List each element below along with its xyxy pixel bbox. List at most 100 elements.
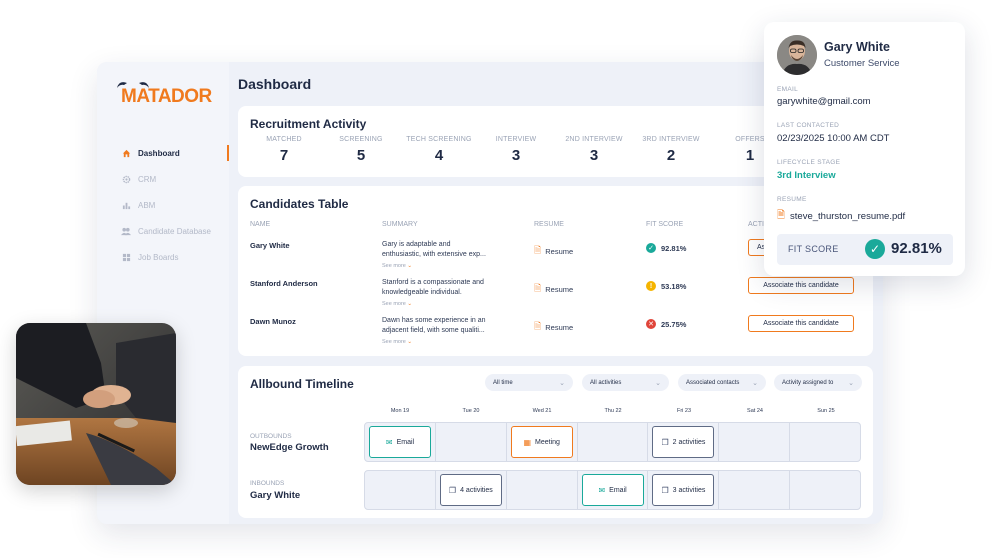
timeline-slot[interactable] [719,423,791,461]
timeline-event-email[interactable]: ✉ Email [581,474,644,506]
chevron-down-icon: ⌄ [407,339,412,345]
event-label: 2 activities [672,438,706,446]
fit-score-value: 53.18% [661,281,687,291]
chevron-down-icon: ⌄ [407,301,412,307]
timeline-event-activities[interactable]: ❐ 3 activities [652,474,715,506]
lifecycle-stage-value: 3rd Interview [777,170,836,181]
fit-score-value: 92.81% [661,243,687,253]
event-label: 4 activities [460,486,493,494]
sidebar-item-abm[interactable]: ABM [121,192,229,218]
stat-label: 2ND INTERVIEW [565,136,623,143]
document-icon: 🗎 [534,245,542,255]
stat-tech-screening[interactable]: TECH SCREENING 4 [399,136,479,164]
timeline-slot[interactable]: ❐ 4 activities [436,471,507,509]
filter-time-dropdown[interactable]: All time ⌄ [485,374,573,391]
check-circle-icon: ✓ [865,239,885,259]
timeline-slot[interactable] [436,423,507,461]
stat-interview[interactable]: INTERVIEW 3 [476,136,556,164]
see-more-label: See more [382,301,406,307]
stat-2nd-interview[interactable]: 2ND INTERVIEW 3 [554,136,634,164]
sidebar-item-label: ABM [138,200,156,210]
filter-label: All time [493,379,513,386]
event-label: Email [396,438,415,446]
gear-icon [121,174,131,184]
resume-link[interactable]: 🗎 Resume [534,319,573,335]
lifecycle-stage-label: LIFECYCLE STAGE [777,159,841,166]
filter-contacts-dropdown[interactable]: Associated contacts ⌄ [678,374,766,391]
resume-file-link[interactable]: 🗎 steve_thurston_resume.pdf [777,208,905,225]
timeline-slot[interactable] [365,471,436,509]
stat-label: 3RD INTERVIEW [642,136,700,143]
last-contacted-label: LAST CONTACTED [777,122,840,129]
resume-label: Resume [545,246,574,256]
stat-value: 4 [434,147,444,164]
resume-link[interactable]: 🗎 Resume [534,243,573,259]
timeline-event-email[interactable]: ✉ Email [369,426,431,458]
last-contacted-value: 02/23/2025 10:00 AM CDT [777,133,890,144]
candidate-summary: Gary is adaptable and enthusiastic, with… [382,240,510,271]
associate-candidate-button[interactable]: Associate this candidate [748,277,854,294]
timeline-slot[interactable]: ❐ 2 activities [648,423,720,461]
timeline-slot[interactable] [507,471,578,509]
stat-value: 3 [589,147,599,164]
timeline-slot[interactable] [719,471,791,509]
fit-score-value: 25.75% [661,319,687,329]
day-label: Sat 24 [747,408,763,414]
stat-label: MATCHED [266,136,302,143]
timeline-slot[interactable]: ✉ Email [365,423,436,461]
timeline-event-activities[interactable]: ❐ 2 activities [652,426,715,458]
lane-label: INBOUNDS [250,480,285,487]
card-title: Allbound Timeline [250,377,354,391]
timeline-event-meeting[interactable]: ▦ Meeting [510,426,573,458]
filter-activities-dropdown[interactable]: All activities ⌄ [582,374,669,391]
matador-logo[interactable]: MATADOR [115,78,215,108]
lane-name: NewEdge Growth [250,442,329,453]
users-icon [121,226,131,236]
filter-assigned-dropdown[interactable]: Activity assigned to ⌄ [774,374,862,391]
sidebar-item-job-boards[interactable]: Job Boards [121,244,229,270]
candidate-name[interactable]: Dawn Munoz [250,317,296,326]
documents-icon: ❐ [448,485,457,495]
see-more-label: See more [382,263,406,269]
table-row[interactable]: Dawn Munoz Dawn has some experience in a… [238,314,873,352]
email-value[interactable]: garywhite@gmail.com [777,96,871,107]
stat-screening[interactable]: SCREENING 5 [321,136,401,164]
allbound-timeline-card: Allbound Timeline All time ⌄ All activiti… [238,366,873,518]
event-label: 3 activities [672,486,706,494]
sidebar-item-candidate-database[interactable]: Candidate Database [121,218,229,244]
timeline-event-activities[interactable]: ❐ 4 activities [439,474,502,506]
timeline-slot[interactable]: ❐ 3 activities [648,471,720,509]
see-more-link[interactable]: See more ⌄ [382,299,510,309]
see-more-link[interactable]: See more ⌄ [382,261,510,271]
candidate-name[interactable]: Stanford Anderson [250,279,318,288]
x-circle-icon: ✕ [646,319,656,329]
associate-candidate-button[interactable]: Associate this candidate [748,315,854,332]
stat-matched[interactable]: MATCHED 7 [244,136,324,164]
sidebar-item-crm[interactable]: CRM [121,166,229,192]
page-title: Dashboard [238,76,312,92]
resume-link[interactable]: 🗎 Resume [534,281,573,297]
see-more-link[interactable]: See more ⌄ [382,337,510,347]
card-title: Recruitment Activity [250,117,367,131]
column-header-summary: SUMMARY [382,221,418,228]
fit-score: ! 53.18% [646,281,686,291]
documents-icon: ❐ [661,485,669,495]
chevron-down-icon: ⌄ [559,379,565,387]
event-label: Email [609,486,627,494]
sidebar-item-dashboard[interactable]: Dashboard [121,140,229,166]
timeline-slot[interactable] [578,423,649,461]
stat-3rd-interview[interactable]: 3RD INTERVIEW 2 [631,136,711,164]
day-label: Sun 25 [817,408,835,414]
timeline-slot[interactable] [790,471,860,509]
table-row[interactable]: Stanford Anderson Stanford is a compassi… [238,276,873,314]
timeline-slot[interactable]: ✉ Email [578,471,649,509]
timeline-slot[interactable] [790,423,860,461]
day-label: Thu 22 [604,408,622,414]
timeline-slot[interactable]: ▦ Meeting [507,423,578,461]
filter-label: Associated contacts [686,379,740,386]
stat-label: TECH SCREENING [406,136,472,143]
fit-score: ✕ 25.75% [646,319,686,329]
home-icon [121,148,131,158]
lane-name: Gary White [250,490,301,501]
candidate-name[interactable]: Gary White [250,241,290,250]
